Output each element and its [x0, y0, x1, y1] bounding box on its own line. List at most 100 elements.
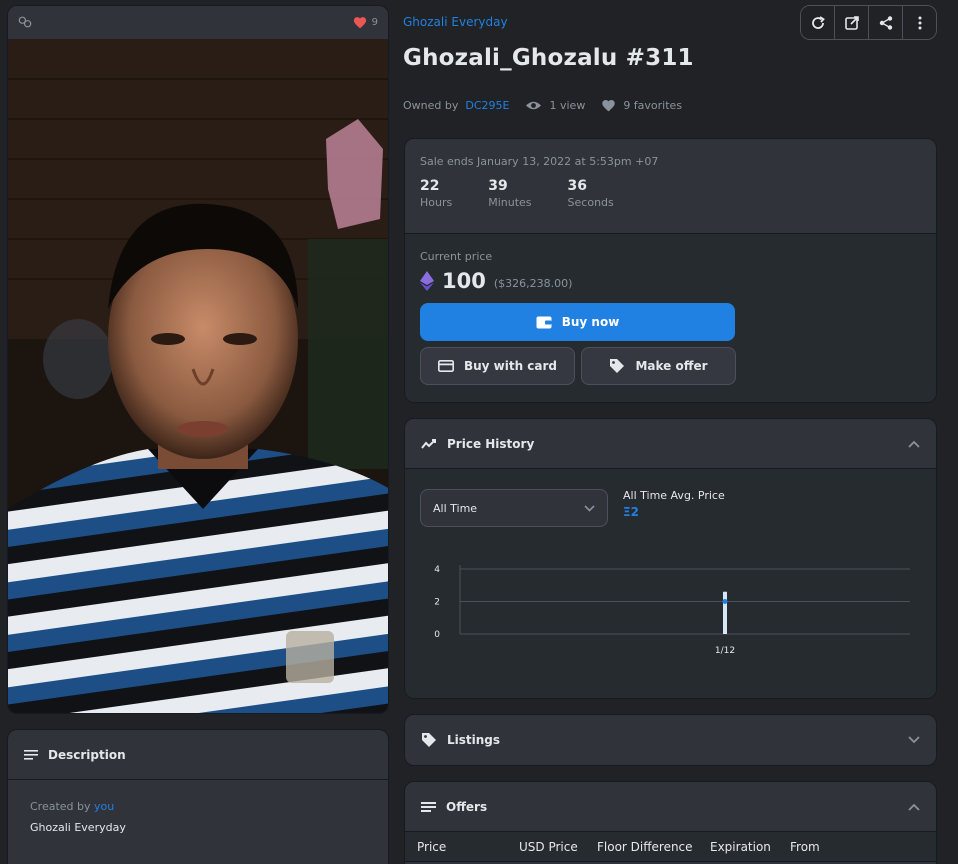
heart-icon	[353, 16, 366, 28]
share-button[interactable]	[869, 6, 903, 39]
sale-countdown-section: Sale ends January 13, 2022 at 5:53pm +07…	[405, 139, 936, 234]
item-meta-row: Owned by DC295E 1 view 9 favorites	[403, 99, 682, 112]
favorite-count-info: 9 favorites	[601, 99, 682, 112]
description-card: Description Created by you Ghozali Every…	[7, 729, 389, 864]
price-history-card: Price History All Time All Time Avg. Pri…	[404, 418, 937, 699]
vertical-dots-icon	[918, 16, 921, 29]
owned-by-prefix: Owned by	[403, 99, 459, 112]
secondary-buttons: Buy with card Make offer	[420, 347, 921, 385]
external-link-button[interactable]	[835, 6, 869, 39]
average-price-label: All Time Avg. Price	[623, 489, 725, 502]
buy-now-label: Buy now	[561, 315, 620, 329]
view-count-text: 1 view	[549, 99, 586, 112]
chevron-down-icon	[908, 736, 920, 744]
creator-link[interactable]: you	[94, 800, 114, 813]
countdown-value: 39	[488, 178, 508, 194]
list-icon	[421, 801, 436, 812]
countdown-label: Seconds	[567, 196, 614, 209]
y-tick-label: 0	[434, 630, 440, 640]
offers-column-header: Expiration	[710, 839, 771, 854]
nft-photo	[8, 39, 388, 713]
countdown-value: 22	[420, 178, 440, 194]
trending-icon	[421, 438, 436, 449]
collection-link[interactable]: Ghozali Everyday	[403, 15, 508, 29]
created-by-line: Created by you	[30, 800, 366, 813]
x-tick-label: 1/12	[715, 646, 735, 656]
y-tick-label: 4	[434, 565, 440, 575]
price-history-title: Price History	[447, 436, 535, 451]
current-price-label: Current price	[420, 250, 493, 263]
chevron-up-icon	[908, 803, 920, 811]
ethereum-icon	[420, 271, 434, 291]
make-offer-label: Make offer	[635, 359, 708, 373]
countdown: 22 Hours 39 Minutes 36 Seconds	[420, 178, 921, 209]
favorite-count: 9	[371, 16, 378, 28]
offers-card: Offers Price USD Price Floor Difference …	[404, 781, 937, 864]
y-tick-label: 2	[434, 598, 440, 608]
chain-icon	[18, 16, 32, 28]
created-by-prefix: Created by	[30, 800, 91, 813]
text-lines-icon	[24, 749, 38, 760]
favorites-text: 9 favorites	[623, 99, 683, 112]
item-image-card: 9	[7, 5, 389, 714]
price-history-header[interactable]: Price History	[405, 419, 936, 469]
description-header[interactable]: Description	[8, 730, 388, 780]
countdown-value: 36	[567, 178, 588, 194]
tag-icon	[610, 359, 625, 373]
favorite-button[interactable]: 9	[353, 16, 378, 29]
offers-column-header: USD Price	[519, 839, 578, 854]
buy-with-card-button[interactable]: Buy with card	[420, 347, 575, 385]
offers-title: Offers	[446, 799, 488, 814]
offers-column-header: Floor Difference	[597, 839, 693, 854]
sale-ends-text: Sale ends January 13, 2022 at 5:53pm +07	[420, 155, 659, 168]
description-title: Description	[48, 747, 126, 762]
wallet-icon	[536, 316, 552, 328]
price-history-body: All Time All Time Avg. Price Ξ2 0 2 4 1/12	[405, 469, 936, 698]
credit-card-icon	[437, 360, 454, 372]
refresh-button[interactable]	[801, 6, 835, 39]
description-body: Created by you Ghozali Everyday	[8, 780, 388, 854]
time-range-select[interactable]: All Time	[420, 489, 608, 527]
countdown-hours: 22 Hours	[420, 178, 452, 209]
offers-column-header: From	[790, 839, 820, 854]
offers-header[interactable]: Offers	[405, 782, 936, 832]
owner-link[interactable]: DC295E	[465, 99, 509, 112]
make-offer-button[interactable]: Make offer	[581, 347, 736, 385]
price-usd: ($326,238.00)	[493, 276, 573, 290]
countdown-seconds: 36 Seconds	[568, 178, 614, 209]
tag-icon	[422, 733, 436, 747]
volume-bar	[723, 591, 727, 634]
chevron-down-icon	[584, 504, 595, 512]
item-title: Ghozali_Ghozalu #311	[403, 45, 694, 71]
refresh-icon	[811, 15, 825, 29]
price-section: Current price 100 ($326,238.00) Buy now …	[405, 234, 936, 402]
average-price: All Time Avg. Price Ξ2	[623, 489, 725, 519]
image-card-topbar: 9	[8, 6, 388, 38]
countdown-minutes: 39 Minutes	[488, 178, 531, 209]
sale-card: Sale ends January 13, 2022 at 5:53pm +07…	[404, 138, 937, 403]
average-price-value: Ξ2	[623, 505, 639, 519]
heart-outline-icon	[602, 100, 616, 112]
listings-header[interactable]: Listings	[405, 715, 936, 765]
price-history-chart: 0 2 4 1/12	[434, 565, 910, 656]
description-collection-name: Ghozali Everyday	[30, 821, 126, 834]
view-count: 1 view	[525, 99, 585, 112]
countdown-label: Hours	[420, 196, 453, 209]
owner-info: Owned by DC295E	[403, 99, 509, 112]
price-row: 100 ($326,238.00)	[420, 269, 921, 293]
more-options-button[interactable]	[903, 6, 936, 39]
eye-icon	[526, 101, 542, 110]
offers-table-header: Price USD Price Floor Difference Expirat…	[405, 832, 936, 862]
share-icon	[879, 15, 892, 30]
buy-with-card-label: Buy with card	[463, 359, 558, 373]
listings-title: Listings	[447, 733, 501, 747]
price-value: 100	[442, 269, 486, 293]
buy-now-button[interactable]: Buy now	[420, 303, 735, 341]
offers-column-header: Price	[417, 839, 447, 854]
time-range-value: All Time	[433, 501, 478, 515]
listings-card: Listings	[404, 714, 937, 766]
countdown-label: Minutes	[488, 196, 532, 209]
item-action-buttons	[800, 5, 937, 40]
data-point	[722, 599, 728, 604]
chevron-up-icon	[908, 440, 920, 448]
